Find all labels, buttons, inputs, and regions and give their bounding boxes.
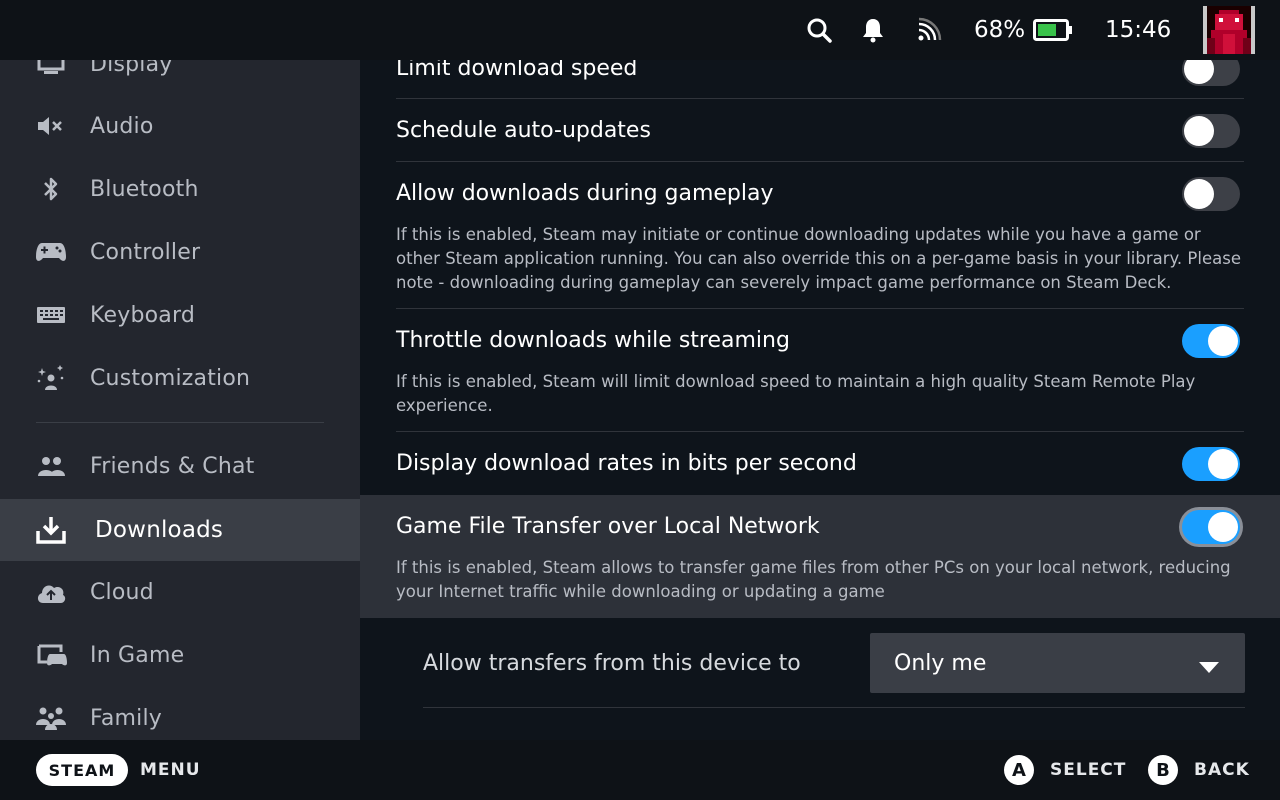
sidebar-item-keyboard[interactable]: Keyboard <box>0 284 360 346</box>
limit-download-speed-toggle[interactable] <box>1182 60 1240 86</box>
setting-description: If this is enabled, Steam may initiate o… <box>396 225 1241 292</box>
schedule-auto-updates-toggle[interactable] <box>1182 114 1240 148</box>
sidebar-item-audio[interactable]: Audio <box>0 95 360 157</box>
select-label: SELECT <box>1050 760 1127 780</box>
steam-button[interactable]: STEAM <box>36 754 128 786</box>
setting-throttle-downloads-while-streaming: Throttle downloads while streaming If th… <box>396 309 1244 432</box>
sidebar-item-family[interactable]: Family <box>0 687 360 740</box>
game-file-transfer-toggle[interactable] <box>1182 510 1240 544</box>
in-game-icon <box>34 638 68 672</box>
sidebar-item-display[interactable]: Display <box>0 60 360 95</box>
sidebar-item-cloud[interactable]: Cloud <box>0 561 360 623</box>
toggle-knob <box>1184 179 1214 209</box>
sidebar-item-bluetooth[interactable]: Bluetooth <box>0 158 360 220</box>
setting-title: Schedule auto-updates <box>396 118 651 143</box>
gamepad-icon <box>34 235 68 269</box>
setting-limit-download-speed: Limit download speed <box>396 60 1244 99</box>
bottom-bar: STEAM MENU A SELECT B BACK <box>0 740 1280 800</box>
a-button-icon[interactable]: A <box>1004 755 1034 785</box>
toggle-knob <box>1208 512 1238 542</box>
toggle-knob <box>1184 60 1214 84</box>
cloud-icon <box>34 575 68 609</box>
monitor-icon <box>34 60 68 81</box>
sidebar-item-label: In Game <box>90 642 185 668</box>
status-bar: 68% 15:46 <box>0 0 1280 60</box>
sidebar-item-label: Customization <box>90 365 251 391</box>
allow-downloads-during-gameplay-toggle[interactable] <box>1182 177 1240 211</box>
sparkle-person-icon <box>34 361 68 395</box>
sidebar-item-label: Bluetooth <box>90 176 199 202</box>
setting-title: Throttle downloads while streaming <box>396 328 790 353</box>
clock: 15:46 <box>1105 17 1172 43</box>
avatar[interactable] <box>1203 0 1255 60</box>
setting-title: Display download rates in bits per secon… <box>396 451 857 476</box>
setting-schedule-auto-updates: Schedule auto-updates <box>396 99 1244 162</box>
display-rates-bits-toggle[interactable] <box>1182 447 1240 481</box>
search-icon[interactable] <box>806 0 832 60</box>
sidebar-item-downloads[interactable]: Downloads <box>0 499 360 561</box>
setting-description: If this is enabled, Steam will limit dow… <box>396 372 1196 415</box>
download-icon <box>34 513 68 547</box>
chevron-down-icon <box>1199 658 1219 677</box>
dropdown-value: Only me <box>894 650 987 676</box>
sidebar-item-label: Family <box>90 705 162 731</box>
sidebar-item-label: Friends & Chat <box>90 453 255 479</box>
speaker-muted-icon <box>34 109 68 143</box>
sidebar-item-label: Controller <box>90 239 201 265</box>
b-button-icon[interactable]: B <box>1148 755 1178 785</box>
setting-allow-downloads-during-gameplay: Allow downloads during gameplay If this … <box>396 162 1244 309</box>
sidebar-item-label: Audio <box>90 113 154 139</box>
setting-display-rates-in-bits: Display download rates in bits per secon… <box>396 432 1244 495</box>
transfer-target-dropdown[interactable]: Only me <box>870 633 1245 693</box>
sidebar-item-label: Downloads <box>95 517 224 543</box>
downloads-settings-panel: Limit download speed Schedule auto-updat… <box>360 60 1280 740</box>
setting-game-file-transfer-local-network[interactable]: Game File Transfer over Local Network If… <box>396 495 1244 618</box>
settings-sidebar: Display Audio Bluetooth Controller Keybo… <box>0 60 360 740</box>
divider <box>423 707 1245 708</box>
sidebar-item-label: Display <box>90 60 173 77</box>
battery-percent: 68% <box>974 17 1026 43</box>
sidebar-item-controller[interactable]: Controller <box>0 221 360 283</box>
setting-description: If this is enabled, Steam allows to tran… <box>396 558 1231 601</box>
back-label: BACK <box>1194 760 1250 780</box>
keyboard-icon <box>34 298 68 332</box>
sidebar-item-label: Keyboard <box>90 302 196 328</box>
wifi-icon[interactable] <box>916 0 942 60</box>
setting-title: Game File Transfer over Local Network <box>396 514 820 539</box>
setting-title: Allow downloads during gameplay <box>396 181 774 206</box>
menu-label: MENU <box>140 760 201 780</box>
friends-icon <box>34 449 68 483</box>
sidebar-divider <box>36 422 324 423</box>
setting-title: Limit download speed <box>396 60 638 81</box>
sidebar-item-friends-chat[interactable]: Friends & Chat <box>0 435 360 497</box>
sidebar-item-customization[interactable]: Customization <box>0 347 360 409</box>
toggle-knob <box>1208 449 1238 479</box>
sidebar-item-label: Cloud <box>90 579 154 605</box>
transfer-target-label: Allow transfers from this device to <box>423 650 801 676</box>
bluetooth-icon <box>34 172 68 206</box>
family-icon <box>34 701 68 735</box>
toggle-knob <box>1208 326 1238 356</box>
bell-icon[interactable] <box>861 0 885 60</box>
throttle-downloads-toggle[interactable] <box>1182 324 1240 358</box>
battery-icon[interactable] <box>1033 0 1073 60</box>
sidebar-item-in-game[interactable]: In Game <box>0 624 360 686</box>
toggle-knob <box>1184 116 1214 146</box>
